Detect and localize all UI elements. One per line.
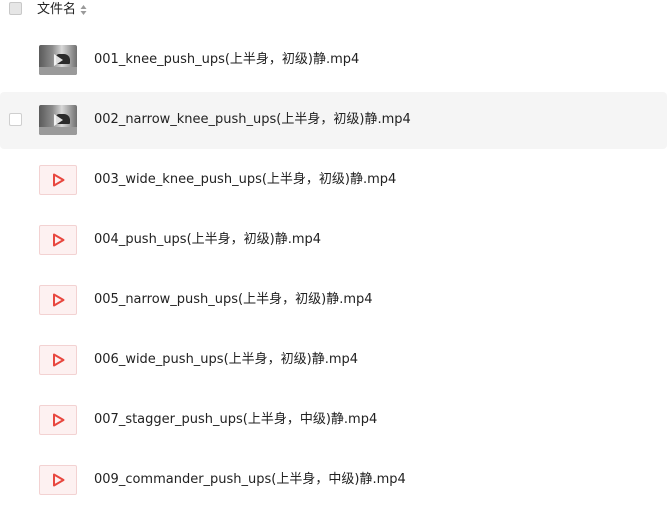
row-checkbox[interactable] <box>9 113 22 126</box>
file-name[interactable]: 001_knee_push_ups(上半身，初级)静.mp4 <box>94 51 359 69</box>
file-name[interactable]: 009_commander_push_ups(上半身，中级)静.mp4 <box>94 471 406 489</box>
file-row[interactable]: 007_stagger_push_ups(上半身，中级)静.mp4 <box>0 392 667 449</box>
video-thumbnail <box>39 105 77 135</box>
video-file-icon <box>39 345 77 375</box>
file-name[interactable]: 006_wide_push_ups(上半身，初级)静.mp4 <box>94 351 358 369</box>
video-file-icon <box>39 225 77 255</box>
file-row[interactable]: 004_push_ups(上半身，初级)静.mp4 <box>0 212 667 269</box>
file-name[interactable]: 007_stagger_push_ups(上半身，中级)静.mp4 <box>94 411 377 429</box>
video-file-icon <box>39 405 77 435</box>
file-name[interactable]: 004_push_ups(上半身，初级)静.mp4 <box>94 231 321 249</box>
select-all-checkbox[interactable] <box>9 2 22 15</box>
file-row[interactable]: 006_wide_push_ups(上半身，初级)静.mp4 <box>0 332 667 389</box>
file-list-header: 文件名 <box>0 0 667 22</box>
file-name[interactable]: 002_narrow_knee_push_ups(上半身，初级)静.mp4 <box>94 111 411 129</box>
file-row[interactable]: 005_narrow_push_ups(上半身，初级)静.mp4 <box>0 272 667 329</box>
file-name[interactable]: 005_narrow_push_ups(上半身，初级)静.mp4 <box>94 291 373 309</box>
file-row[interactable]: 001_knee_push_ups(上半身，初级)静.mp4 <box>0 32 667 89</box>
column-header-filename[interactable]: 文件名 <box>37 2 76 18</box>
file-row[interactable]: 002_narrow_knee_push_ups(上半身，初级)静.mp4 <box>0 92 667 149</box>
sort-icon[interactable] <box>80 3 87 17</box>
file-row[interactable]: 003_wide_knee_push_ups(上半身，初级)静.mp4 <box>0 152 667 209</box>
video-file-icon <box>39 285 77 315</box>
file-row[interactable]: 009_commander_push_ups(上半身，中级)静.mp4 <box>0 452 667 509</box>
play-icon <box>54 114 63 126</box>
video-file-icon <box>39 165 77 195</box>
file-name[interactable]: 003_wide_knee_push_ups(上半身，初级)静.mp4 <box>94 171 396 189</box>
video-thumbnail <box>39 45 77 75</box>
video-file-icon <box>39 465 77 495</box>
play-icon <box>54 54 63 66</box>
